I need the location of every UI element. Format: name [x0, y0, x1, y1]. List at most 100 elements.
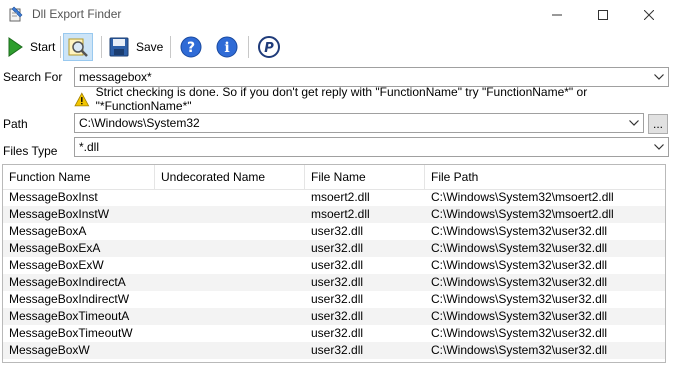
file-path-cell: C:\Windows\System32\user32.dll — [431, 326, 608, 340]
search-icon — [68, 38, 88, 57]
function-name-cell: MessageBoxInst — [9, 190, 98, 204]
search-dropdown-button[interactable] — [650, 68, 668, 86]
file-path-cell: C:\Windows\System32\msoert2.dll — [431, 190, 614, 204]
path-combobox[interactable]: C:\Windows\System32 — [74, 113, 644, 133]
table-row[interactable]: MessageBoxInst msoert2.dll C:\Windows\Syst… — [3, 189, 665, 206]
paypal-button[interactable]: P — [258, 33, 280, 61]
search-hint: Strict checking is done. So if you don't… — [74, 85, 673, 113]
undecorated-name-cell — [155, 240, 305, 257]
warning-icon — [74, 91, 90, 106]
file-path-cell: C:\Windows\System32\user32.dll — [431, 258, 608, 272]
function-name-cell: MessageBoxExW — [9, 258, 104, 272]
table-row[interactable]: MessageBoxIndirectW user32.dll C:\Windows\… — [3, 291, 665, 308]
file-name-cell: msoert2.dll — [311, 207, 370, 221]
chevron-down-icon — [654, 144, 664, 150]
hint-text: Strict checking is done. So if you don't… — [95, 85, 588, 113]
file-path-cell: C:\Windows\System32\user32.dll — [431, 224, 608, 238]
table-row[interactable]: MessageBoxA user32.dll C:\Windows\System32… — [3, 223, 665, 240]
chevron-down-icon — [654, 74, 664, 80]
toolbar-separator — [248, 36, 249, 58]
undecorated-name-cell — [155, 308, 305, 325]
file-path-cell: C:\Windows\System32\user32.dll — [431, 275, 608, 289]
save-label: Save — [136, 40, 164, 54]
close-button[interactable] — [626, 0, 672, 30]
close-icon — [644, 10, 654, 20]
table-row[interactable]: MessageBoxW user32.dll C:\Windows\System32… — [3, 342, 665, 359]
search-combobox[interactable]: messagebox* — [74, 67, 669, 87]
save-icon — [109, 37, 129, 57]
files-type-label: Files Type — [3, 144, 58, 158]
file-path-cell: C:\Windows\System32\user32.dll — [431, 309, 608, 323]
title-bar: Dll Export Finder — [0, 0, 673, 30]
file-name-cell: user32.dll — [311, 292, 364, 306]
table-row[interactable]: MessageBoxInstW msoert2.dll C:\Windows\Sys… — [3, 206, 665, 223]
file-name-cell: user32.dll — [311, 275, 364, 289]
path-dropdown-button[interactable] — [625, 114, 643, 132]
file-name-cell: user32.dll — [311, 326, 364, 340]
toolbar: Start Save ? i P — [0, 30, 673, 64]
function-name-cell: MessageBoxTimeoutW — [9, 326, 133, 340]
svg-text:?: ? — [187, 40, 195, 56]
file-path-cell: C:\Windows\System32\user32.dll — [431, 292, 608, 306]
toolbar-separator — [60, 36, 61, 58]
function-name-cell: MessageBoxExA — [9, 241, 101, 255]
function-name-cell: MessageBoxInstW — [9, 207, 110, 221]
files-type-combobox[interactable]: *.dll — [74, 137, 669, 157]
function-name-cell: MessageBoxIndirectW — [9, 292, 130, 306]
file-path-cell: C:\Windows\System32\user32.dll — [431, 241, 608, 255]
undecorated-name-cell — [155, 223, 305, 240]
results-body: MessageBoxInst msoert2.dll C:\Windows\Syst… — [3, 189, 665, 359]
info-icon: i — [216, 36, 238, 58]
help-button[interactable]: ? — [180, 33, 202, 61]
file-name-cell: user32.dll — [311, 309, 364, 323]
window-title: Dll Export Finder — [32, 7, 122, 21]
table-row[interactable]: MessageBoxTimeoutW user32.dll C:\Windows\S… — [3, 325, 665, 342]
start-button[interactable]: Start — [6, 33, 55, 61]
column-header-file-name[interactable]: File Name — [305, 165, 425, 189]
toolbar-separator — [170, 36, 171, 58]
table-row[interactable]: MessageBoxExW user32.dll C:\Windows\System… — [3, 257, 665, 274]
app-icon — [9, 6, 23, 22]
function-name-cell: MessageBoxW — [9, 343, 90, 357]
table-row[interactable]: MessageBoxExA user32.dll C:\Windows\System… — [3, 240, 665, 257]
browse-button[interactable]: ... — [648, 114, 668, 134]
function-name-cell: MessageBoxIndirectA — [9, 275, 126, 289]
column-header-file-path[interactable]: File Path — [425, 165, 665, 189]
files-type-dropdown-button[interactable] — [650, 138, 668, 156]
file-path-cell: C:\Windows\System32\msoert2.dll — [431, 207, 614, 221]
save-button[interactable]: Save — [108, 33, 163, 61]
file-name-cell: msoert2.dll — [311, 190, 370, 204]
path-value: C:\Windows\System32 — [79, 116, 200, 130]
svg-text:i: i — [224, 40, 229, 56]
help-icon: ? — [180, 36, 202, 58]
function-name-cell: MessageBoxTimeoutA — [9, 309, 130, 323]
undecorated-name-cell — [155, 342, 305, 359]
results-header: Function Name Undecorated Name File Name… — [3, 165, 665, 190]
info-button[interactable]: i — [216, 33, 238, 61]
results-list[interactable]: Function Name Undecorated Name File Name… — [2, 164, 666, 363]
paypal-icon: P — [258, 36, 280, 58]
start-label: Start — [30, 40, 56, 54]
table-row[interactable]: MessageBoxTimeoutA user32.dll C:\Windows\S… — [3, 308, 665, 325]
path-label: Path — [3, 117, 28, 131]
undecorated-name-cell — [155, 325, 305, 342]
maximize-icon — [598, 10, 608, 20]
function-name-cell: MessageBoxA — [9, 224, 87, 238]
column-header-undecorated-name[interactable]: Undecorated Name — [155, 165, 305, 189]
files-type-value: *.dll — [79, 140, 100, 154]
start-icon — [8, 37, 23, 57]
undecorated-name-cell — [155, 206, 305, 223]
toolbar-separator — [101, 36, 102, 58]
column-header-function-name[interactable]: Function Name — [3, 165, 155, 189]
file-name-cell: user32.dll — [311, 343, 364, 357]
chevron-down-icon — [629, 120, 639, 126]
search-label: Search For — [3, 70, 63, 84]
undecorated-name-cell — [155, 291, 305, 308]
maximize-button[interactable] — [580, 0, 626, 30]
file-name-cell: user32.dll — [311, 258, 364, 272]
table-row[interactable]: MessageBoxIndirectA user32.dll C:\Windows\… — [3, 274, 665, 291]
minimize-button[interactable] — [534, 0, 580, 30]
svg-text:P: P — [264, 41, 274, 56]
file-name-cell: user32.dll — [311, 241, 364, 255]
search-button[interactable] — [63, 33, 93, 61]
